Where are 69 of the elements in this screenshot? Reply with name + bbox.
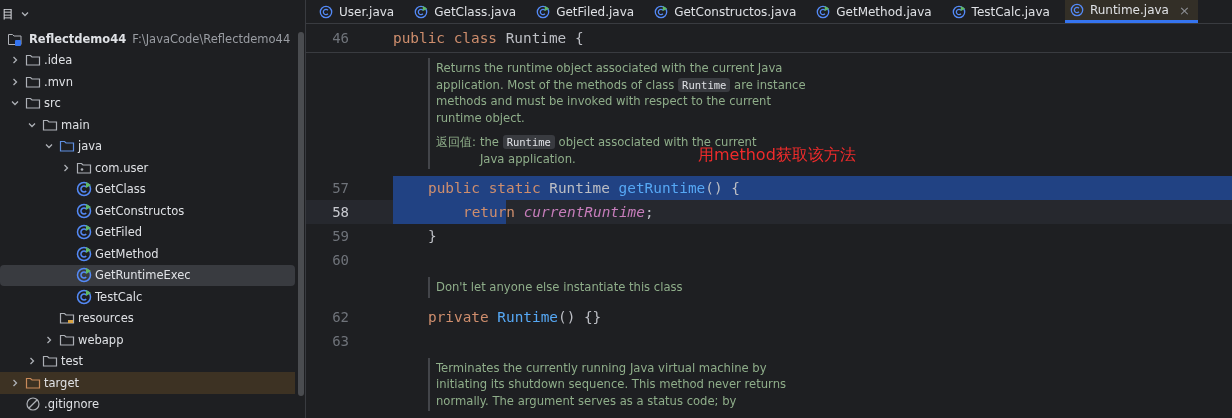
line-number: 59 (331, 228, 350, 244)
tree-item[interactable]: .idea (0, 49, 295, 71)
tree-item[interactable]: test (0, 350, 295, 372)
panel-title[interactable]: 目 (2, 5, 14, 23)
tree-item[interactable]: resources (0, 307, 295, 329)
class-icon (1069, 3, 1084, 17)
tree-item[interactable]: java (0, 135, 295, 157)
folder-icon (25, 95, 41, 112)
doc-comment: Don't let anyone else instantiate this class (428, 277, 816, 298)
runnable-class-icon (816, 4, 831, 19)
runnable-class-icon (536, 4, 551, 19)
tree-item[interactable]: GetClass (0, 178, 295, 200)
tree-item[interactable]: GetFiled (0, 221, 295, 243)
chevron-right-icon[interactable] (61, 162, 71, 173)
tree-item[interactable]: target (0, 372, 295, 394)
tree-item[interactable]: main (0, 114, 295, 136)
chevron-right-icon[interactable] (10, 55, 20, 66)
tree-item[interactable]: com.user (0, 157, 295, 179)
folder-icon (59, 310, 75, 327)
class-icon (76, 245, 92, 262)
editor-tab[interactable]: GetFiled.java (531, 0, 650, 23)
class-icon (76, 267, 92, 284)
class-icon (76, 202, 92, 219)
editor-tab[interactable]: GetConstructos.java (649, 0, 812, 23)
line-number: 58 (331, 204, 350, 220)
code-line: public class Runtime { (393, 29, 584, 48)
tree-item[interactable]: src (0, 92, 295, 114)
code-line: return currentRuntime; (393, 200, 654, 224)
chevron-right-icon[interactable] (10, 377, 20, 388)
tree-item[interactable]: GetMethod (0, 243, 295, 265)
line-number: 57 (331, 180, 350, 196)
tree-item[interactable]: TestCalc (0, 286, 295, 308)
runnable-class-icon (414, 4, 429, 19)
tree-item[interactable]: GetRuntimeExec (0, 264, 295, 286)
tree-item[interactable]: .gitignore (0, 393, 295, 415)
runnable-class-icon (951, 4, 966, 19)
chevron-right-icon[interactable] (10, 76, 20, 87)
project-path: F:\JavaCode\Reflectdemo44 (132, 31, 291, 46)
editor-tab[interactable]: GetClass.java (409, 0, 532, 23)
editor-tab[interactable]: User.java (314, 0, 410, 23)
doc-comment: Terminates the currently running Java virtual machine by initiating its shutdown sequence. This method never returns normally. The argument serves as a status code; by (428, 357, 816, 411)
class-icon (319, 4, 333, 19)
editor-tab[interactable]: Runtime.java × (1064, 0, 1198, 23)
project-name[interactable]: Reflectdemo44 (29, 31, 127, 46)
line-number: 60 (331, 252, 350, 268)
class-icon (76, 288, 92, 305)
folder-icon (25, 52, 41, 69)
tree-item[interactable]: GetConstructos (0, 200, 295, 222)
tree-item[interactable]: webapp (0, 329, 295, 351)
ignored-file-icon (25, 396, 41, 413)
code-line: } (427, 227, 437, 246)
editor-tab[interactable]: TestCalc.java (946, 0, 1065, 23)
class-icon (76, 181, 92, 198)
scrollbar[interactable] (298, 32, 304, 396)
code-line: private Runtime() {} (427, 307, 602, 327)
folder-icon (42, 353, 58, 370)
class-icon (76, 224, 92, 241)
close-tab-icon[interactable]: × (1178, 2, 1190, 18)
chevron-down-icon[interactable] (20, 9, 30, 19)
tree-item[interactable]: .mvn (0, 71, 295, 93)
runnable-class-icon (654, 4, 669, 19)
folder-icon (59, 138, 75, 155)
chevron-right-icon[interactable] (27, 356, 37, 367)
line-number: 46 (331, 30, 350, 46)
editor-tab[interactable]: GetMethod.java (811, 0, 947, 23)
chevron-right-icon[interactable] (44, 334, 54, 345)
line-number: 62 (331, 308, 350, 325)
line-number: 63 (331, 332, 350, 349)
annotation-text: 用method获取该方法 (698, 145, 856, 166)
